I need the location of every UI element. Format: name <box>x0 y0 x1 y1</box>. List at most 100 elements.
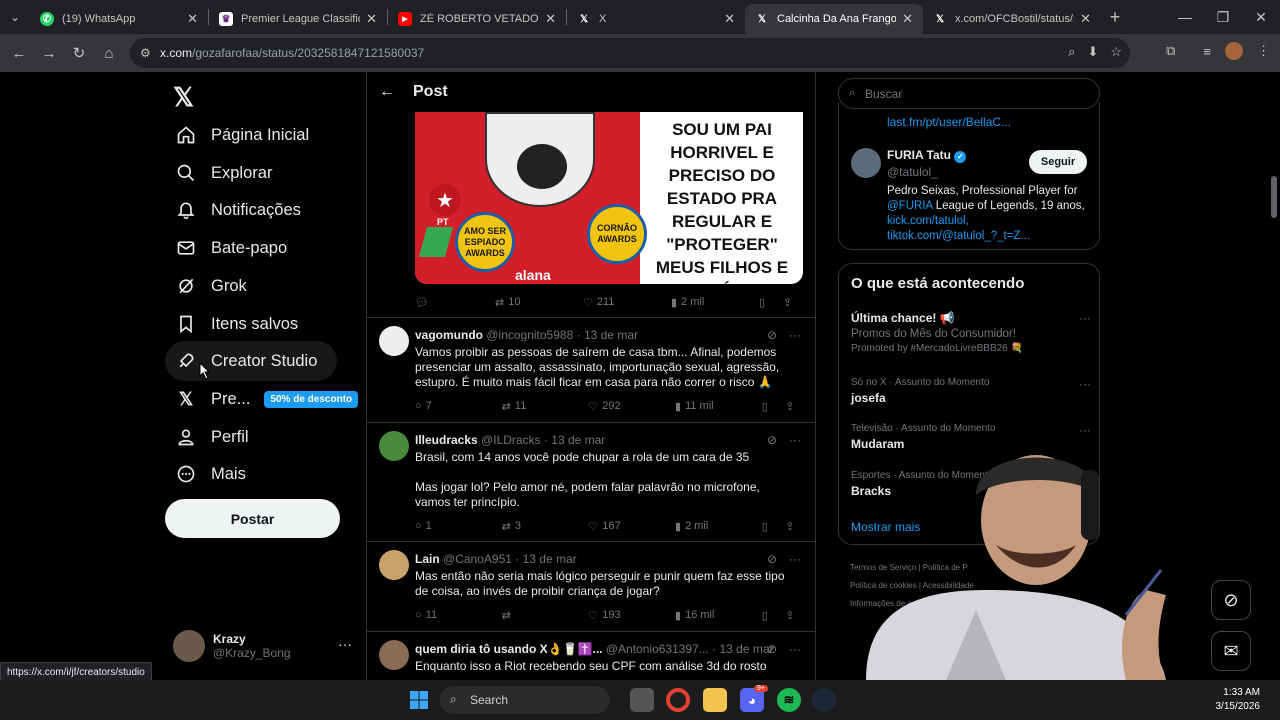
grok-fab[interactable]: ⊘ <box>1211 580 1251 620</box>
nav-profile[interactable]: Perfil <box>165 417 249 457</box>
grok-icon[interactable]: ⊘ <box>767 433 777 447</box>
tab-search-menu-button[interactable]: ⌄ <box>0 0 30 34</box>
tweet-date[interactable]: 13 de mar <box>719 642 773 656</box>
share-icon[interactable]: ⇪ <box>785 520 805 533</box>
back-arrow-icon[interactable]: ← <box>367 83 407 101</box>
more-dots-icon[interactable]: ··· <box>1079 423 1091 437</box>
chrome-menu-icon[interactable]: ⋮ <box>1257 43 1270 59</box>
more-dots-icon[interactable]: ··· <box>789 433 801 447</box>
like-button[interactable]: ♡ 211 <box>583 296 671 309</box>
address-bar[interactable]: ⚙ x.com/gozafarofaa/status/2032581847121… <box>130 38 1130 68</box>
reply-tweet[interactable]: vagomundo @incognito5988 · 13 de mar ⊘ ··… <box>367 318 815 422</box>
share-icon[interactable]: ⇪ <box>785 609 805 622</box>
views-button[interactable]: ▮ 2 mil <box>671 296 759 309</box>
minimize-icon[interactable]: — <box>1166 0 1204 34</box>
back-icon[interactable]: ← <box>4 38 34 68</box>
nav-grok[interactable]: Grok <box>165 266 247 306</box>
reply-tweet[interactable]: quem diria tô usando X👌🥛✝️... @Antonio63… <box>367 632 815 680</box>
account-switcher[interactable]: Krazy @Krazy_Bong ··· <box>173 628 358 664</box>
chrome-icon[interactable] <box>666 688 690 712</box>
install-app-icon[interactable]: ⬇ <box>1087 44 1098 60</box>
author-name[interactable]: quem diria tô usando X👌🥛✝️... <box>415 642 603 656</box>
tab-youtube[interactable]: ▶ ZÉ ROBERTO VETADO POR ✕ <box>388 4 566 34</box>
close-window-icon[interactable]: ✕ <box>1242 0 1280 34</box>
more-dots-icon[interactable]: ··· <box>1079 377 1091 391</box>
trend-item[interactable]: Só no X · Assunto do Momento josefa ··· <box>851 377 1091 405</box>
nav-home[interactable]: Página Inicial <box>165 115 309 155</box>
bookmark-icon[interactable]: ▯ <box>762 520 786 533</box>
tab-x[interactable]: 𝕏 X ✕ <box>567 4 745 34</box>
reply-tweet[interactable]: Illeudracks @ILDracks · 13 de mar ⊘ ··· B… <box>367 423 815 541</box>
post-image[interactable]: ★ PT AMO SER ESPIADO AWARDS CORNÃO AWARD… <box>415 112 803 284</box>
file-explorer-icon[interactable] <box>703 688 727 712</box>
tab-premier-league[interactable]: ♛ Premier League Classificaç ✕ <box>209 4 387 34</box>
author-name[interactable]: vagomundo <box>415 328 483 342</box>
tab-search-icon[interactable]: ≡ <box>1203 44 1211 59</box>
bookmark-star-icon[interactable]: ☆ <box>1110 44 1122 60</box>
spotify-icon[interactable]: ≋ <box>777 688 801 712</box>
views-button[interactable]: ▮ 16 mil <box>675 609 762 622</box>
task-view-icon[interactable] <box>630 688 654 712</box>
reply-tweet[interactable]: Lain @CanoA951 · 13 de mar ⊘ ··· Mas entã… <box>367 542 815 631</box>
bookmark-icon[interactable]: ▯ <box>762 400 786 413</box>
forward-icon[interactable]: → <box>34 38 64 68</box>
reply-button[interactable]: ○ 11 <box>415 609 502 621</box>
tweet-date[interactable]: 13 de mar <box>584 328 638 342</box>
repost-button[interactable]: ⇄ 3 <box>502 520 589 533</box>
like-button[interactable]: ♡ 167 <box>588 520 675 533</box>
author-name[interactable]: Illeudracks <box>415 433 478 447</box>
reply-button[interactable]: ○ 1 <box>415 520 502 532</box>
follow-name[interactable]: FURIA Tatu <box>887 148 951 162</box>
bookmark-icon[interactable]: ▯ <box>759 296 783 309</box>
close-icon[interactable]: ✕ <box>1080 11 1091 27</box>
follow-button[interactable]: Seguir <box>1029 150 1087 174</box>
reply-button[interactable]: ○ 7 <box>415 400 502 412</box>
tweet-date[interactable]: 13 de mar <box>523 552 577 566</box>
extensions-icon[interactable]: ⧉ <box>1166 43 1175 59</box>
tab-whatsapp[interactable]: ✆ (19) WhatsApp ✕ <box>30 4 208 34</box>
messages-fab[interactable]: ✉ <box>1211 631 1251 671</box>
lastfm-link[interactable]: last.fm/pt/user/BellaC... <box>887 115 1011 129</box>
views-button[interactable]: ▮ 11 mil <box>675 400 762 413</box>
grok-icon[interactable]: ⊘ <box>767 552 777 566</box>
repost-button[interactable]: ⇄ <box>502 609 589 622</box>
grok-icon[interactable]: ⊘ <box>767 328 777 342</box>
like-button[interactable]: ♡ 292 <box>588 400 675 413</box>
close-icon[interactable]: ✕ <box>545 11 556 27</box>
bookmark-icon[interactable]: ▯ <box>762 609 786 622</box>
promo-trend[interactable]: Última chance! 📢 Promos do Mês do Consum… <box>851 311 1091 354</box>
bio-link[interactable]: tiktok.com/@tatulol_?_t=Z... <box>887 230 1030 242</box>
more-dots-icon[interactable]: ··· <box>789 642 801 656</box>
bio-mention-link[interactable]: @FURIA <box>887 200 933 212</box>
reload-icon[interactable]: ↻ <box>64 38 94 68</box>
tab-active-post[interactable]: 𝕏 Calcinha Da Ana Frango El ✕ <box>745 4 923 34</box>
new-tab-button[interactable]: + <box>1101 7 1129 28</box>
nav-chat[interactable]: Bate-papo <box>165 228 287 268</box>
nav-bookmarks[interactable]: Itens salvos <box>165 304 298 344</box>
author-name[interactable]: Lain <box>415 552 440 566</box>
grok-icon[interactable]: ⊘ <box>767 642 777 656</box>
close-icon[interactable]: ✕ <box>366 11 377 27</box>
share-icon[interactable]: ⇪ <box>783 296 803 309</box>
like-button[interactable]: ♡ 193 <box>588 609 675 622</box>
scrollbar-thumb[interactable] <box>1271 176 1277 218</box>
close-icon[interactable]: ✕ <box>724 11 735 27</box>
search-input[interactable]: ⌕ Buscar <box>838 78 1100 109</box>
x-logo-icon[interactable]: 𝕏 <box>173 82 194 113</box>
taskbar-search[interactable]: ⌕ Search <box>440 686 610 714</box>
home-icon[interactable]: ⌂ <box>94 38 124 68</box>
nav-creator-studio[interactable]: Creator Studio <box>165 341 338 381</box>
more-dots-icon[interactable]: ··· <box>789 552 801 566</box>
close-icon[interactable]: ✕ <box>902 11 913 27</box>
system-clock[interactable]: 1:33 AM 3/15/2026 <box>1216 686 1261 714</box>
bio-link[interactable]: kick.com/tatulol, <box>887 215 969 227</box>
profile-avatar[interactable] <box>1225 42 1243 60</box>
post-button[interactable]: Postar <box>165 499 340 538</box>
tweet-date[interactable]: 13 de mar <box>551 433 605 447</box>
nav-more[interactable]: Mais <box>165 454 246 494</box>
views-button[interactable]: ▮ 2 mil <box>675 520 762 533</box>
zoom-icon[interactable]: ⌕ <box>1068 44 1075 60</box>
restore-icon[interactable]: ❐ <box>1204 0 1242 34</box>
page-scrollbar[interactable] <box>1268 72 1280 680</box>
nav-explore[interactable]: Explorar <box>165 153 272 193</box>
